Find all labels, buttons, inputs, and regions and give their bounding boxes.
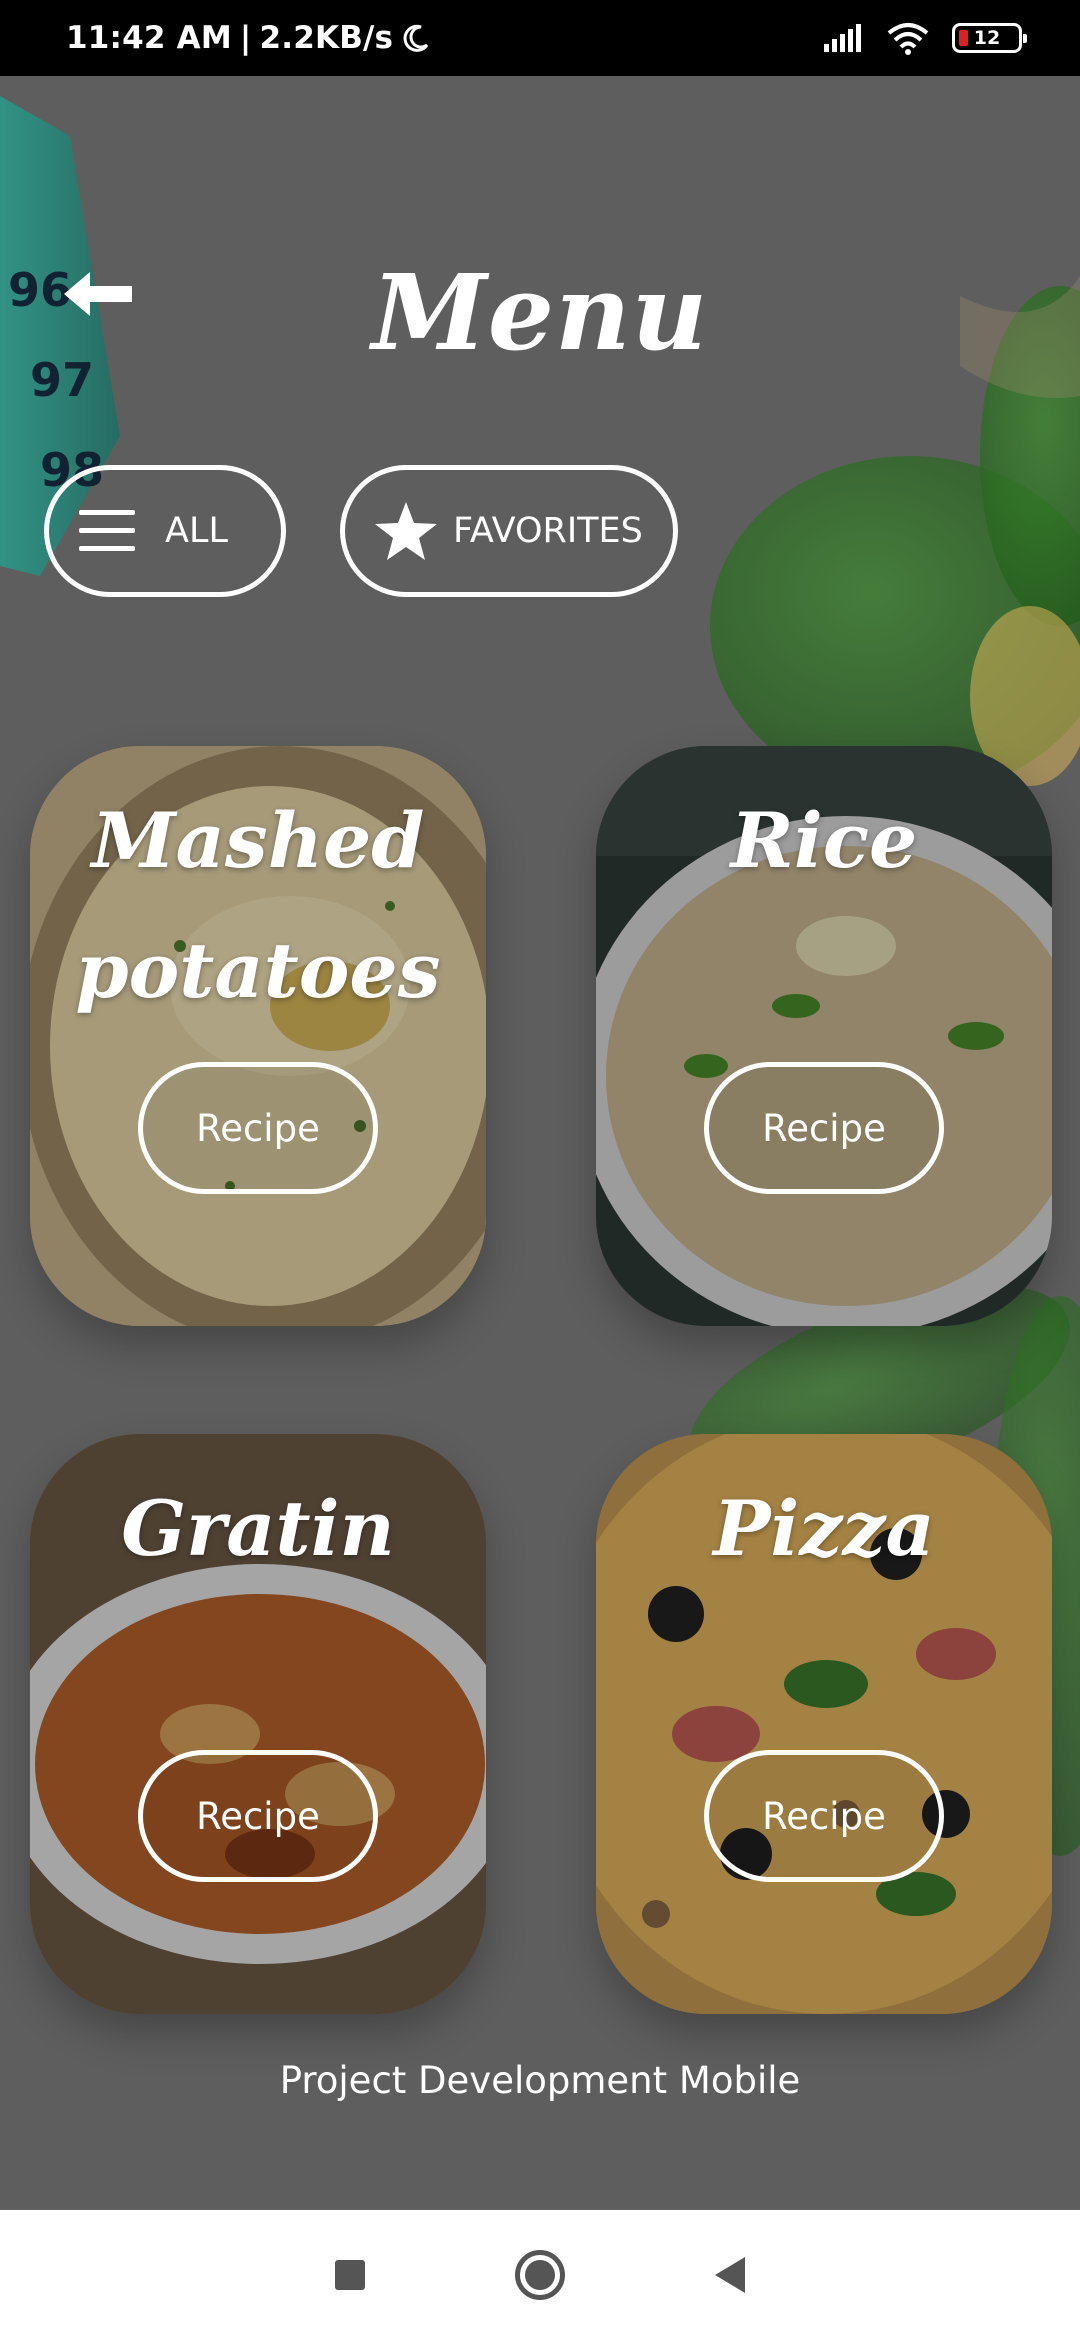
wifi-icon — [887, 23, 929, 55]
dish-title: Pizza — [713, 1484, 935, 1573]
status-right: 12 — [824, 21, 1027, 55]
recipe-button[interactable]: Recipe — [138, 1062, 378, 1194]
status-bar: 11:42 AM | 2.2KB/s 12 — [0, 0, 1080, 76]
home-circle-icon[interactable] — [515, 2250, 565, 2300]
recipe-button[interactable]: Recipe — [704, 1750, 944, 1882]
network-speed: 2.2KB/s — [259, 20, 394, 56]
star-icon — [375, 502, 437, 560]
dish-card-gratin[interactable]: Gratin Recipe — [30, 1434, 486, 2014]
recipe-button[interactable]: Recipe — [704, 1062, 944, 1194]
dish-title: Rice — [730, 796, 918, 885]
recents-square-icon[interactable] — [335, 2260, 365, 2290]
filter-favorites-button[interactable]: FAVORITES — [340, 465, 678, 597]
menu-lines-icon — [79, 510, 135, 551]
filter-all-button[interactable]: ALL — [44, 465, 286, 597]
status-time: 11:42 AM — [66, 20, 232, 56]
recipe-button[interactable]: Recipe — [138, 1750, 378, 1882]
back-triangle-icon[interactable] — [715, 2257, 745, 2293]
filter-all-label: ALL — [165, 511, 228, 551]
footer-text: Project Development Mobile — [279, 2059, 801, 2102]
status-left: 11:42 AM | 2.2KB/s — [66, 20, 431, 56]
dish-card-rice[interactable]: Rice Recipe — [596, 746, 1052, 1326]
dish-title-line1: Mashed — [91, 796, 425, 885]
battery-level: 12 — [973, 27, 1001, 49]
page-title: Menu — [371, 251, 709, 374]
signal-icon — [824, 24, 861, 52]
dish-title-line2: potatoes — [75, 926, 441, 1015]
dish-card-mashed-potatoes[interactable]: Mashed potatoes Recipe — [30, 746, 486, 1326]
battery-icon: 12 — [952, 23, 1027, 53]
system-nav-bar — [0, 2210, 1080, 2340]
status-separator: | — [239, 20, 252, 56]
app-screen: 96 97 98 Menu ALL FAVORITES Mashed potat… — [0, 76, 1080, 2210]
filter-favorites-label: FAVORITES — [453, 511, 643, 551]
dish-card-pizza[interactable]: Pizza Recipe — [596, 1434, 1052, 2014]
dish-title: Gratin — [121, 1484, 395, 1573]
moon-icon — [403, 24, 429, 52]
